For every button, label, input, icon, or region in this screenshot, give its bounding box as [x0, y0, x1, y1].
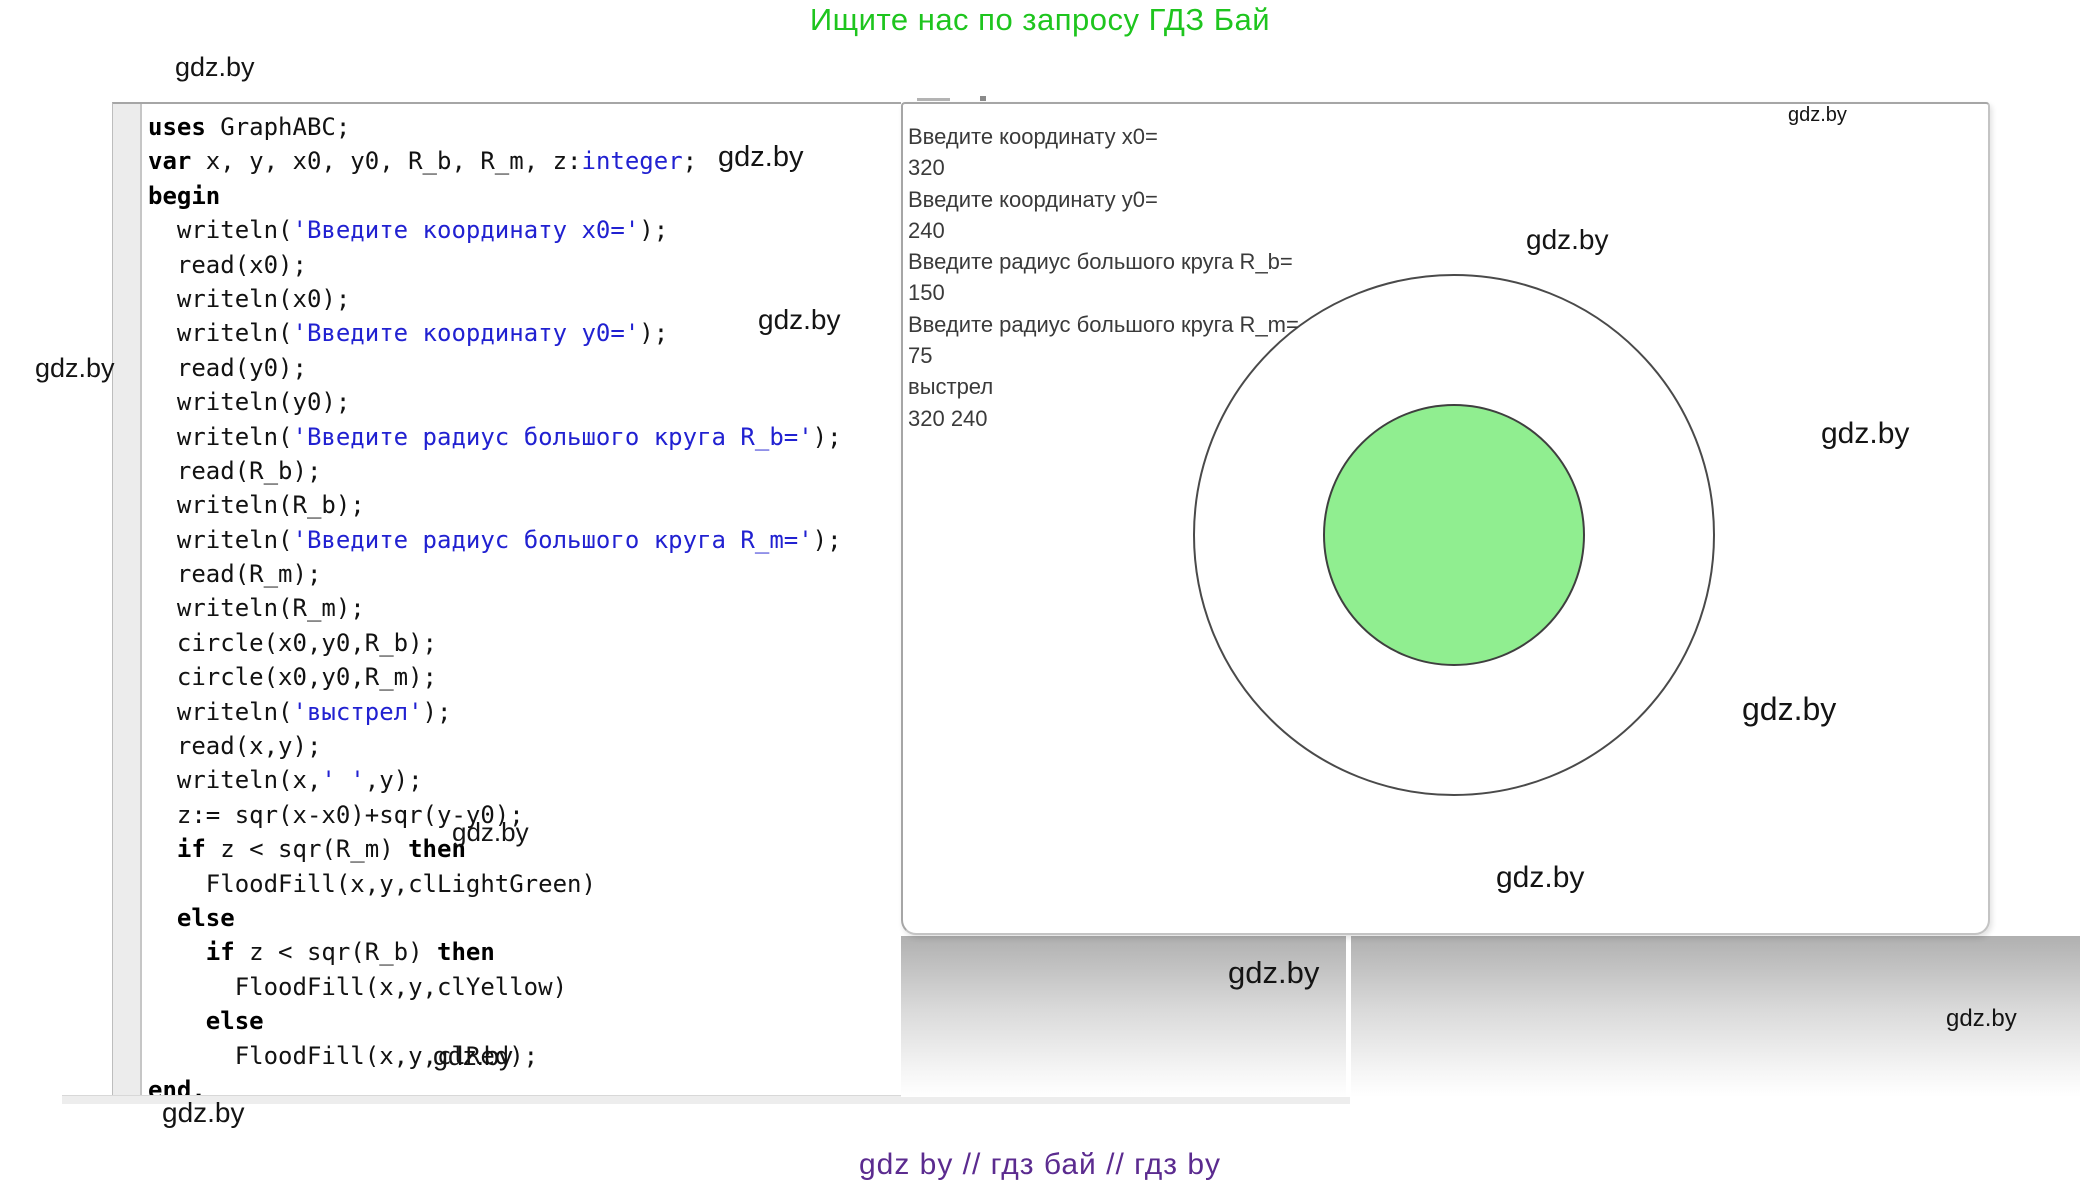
console-line: Введите координату y0= — [908, 184, 1299, 215]
watermark: gdz.by — [1742, 691, 1836, 728]
code-line: FloodFill(x,y,clRed); — [148, 1039, 901, 1073]
code-line: writeln(R_b); — [148, 488, 901, 522]
page-heading: Ищите нас по запросу ГДЗ Бай — [0, 2, 2080, 38]
editor-gutter — [113, 104, 142, 1095]
code-line: writeln('выстрел'); — [148, 695, 901, 729]
page-footer: gdz by // гдз бай // гдз by — [0, 1148, 2080, 1182]
console-line: 240 — [908, 215, 1299, 246]
code-line: read(R_m); — [148, 557, 901, 591]
code-editor-text[interactable]: uses GraphABC;var x, y, x0, y0, R_b, R_m… — [148, 110, 901, 1095]
code-line: read(y0); — [148, 351, 901, 385]
code-line: circle(x0,y0,R_m); — [148, 660, 901, 694]
watermark: gdz.by — [1228, 955, 1319, 991]
console-line: Введите радиус большого круга R_b= — [908, 246, 1299, 277]
code-line: read(x0); — [148, 248, 901, 282]
code-line: read(R_b); — [148, 454, 901, 488]
code-line: if z < sqr(R_b) then — [148, 935, 901, 969]
watermark: gdz.by — [433, 1041, 513, 1072]
code-line: uses GraphABC; — [148, 110, 901, 144]
minimize-icon — [917, 98, 950, 101]
watermark: gdz.by — [1821, 417, 1909, 451]
watermark: gdz.by — [175, 52, 255, 83]
small-green-circle — [1324, 405, 1584, 665]
console-line: 150 — [908, 277, 1299, 308]
code-line: writeln(x,' ',y); — [148, 763, 901, 797]
code-editor-pane: uses GraphABC;var x, y, x0, y0, R_b, R_m… — [112, 102, 901, 1095]
watermark: gdz.by — [1788, 104, 1847, 127]
watermark: gdz.by — [162, 1097, 245, 1129]
watermark: gdz.by — [1526, 224, 1609, 256]
console-line: выстрел — [908, 371, 1299, 402]
console-line: Введите радиус большого круга R_m= — [908, 309, 1299, 340]
code-line: writeln('Введите радиус большого круга R… — [148, 523, 901, 557]
output-window: Введите координату x0=320Введите координ… — [901, 102, 1990, 935]
console-line: 320 — [908, 152, 1299, 183]
console-line: Введите координату x0= — [908, 121, 1299, 152]
code-line: writeln(R_m); — [148, 591, 901, 625]
code-line: circle(x0,y0,R_b); — [148, 626, 901, 660]
code-line: writeln('Введите радиус большого круга R… — [148, 420, 901, 454]
watermark: gdz.by — [1946, 1005, 2017, 1033]
code-line: read(x,y); — [148, 729, 901, 763]
code-line: else — [148, 901, 901, 935]
console-output: Введите координату x0=320Введите координ… — [908, 121, 1299, 434]
watermark: gdz.by — [718, 141, 803, 174]
watermark: gdz.by — [452, 817, 529, 848]
code-line: FloodFill(x,y,clLightGreen) — [148, 867, 901, 901]
shadow-band-divider — [1346, 936, 1351, 1097]
console-line: 320 240 — [908, 403, 1299, 434]
watermark: gdz.by — [1496, 861, 1584, 895]
code-line: begin — [148, 179, 901, 213]
code-line: writeln(y0); — [148, 385, 901, 419]
window-control-dot — [980, 96, 986, 101]
code-line: else — [148, 1004, 901, 1038]
watermark: gdz.by — [35, 353, 115, 384]
code-line: writeln('Введите координату x0='); — [148, 213, 901, 247]
console-line: 75 — [908, 340, 1299, 371]
watermark: gdz.by — [758, 304, 841, 336]
shadow-band — [901, 936, 2080, 1097]
code-line: FloodFill(x,y,clYellow) — [148, 970, 901, 1004]
